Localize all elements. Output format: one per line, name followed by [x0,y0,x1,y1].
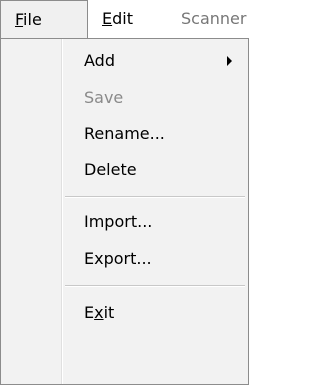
menu-item-delete[interactable]: Delete [2,152,248,188]
menu-item-exit-rest: it [103,303,115,322]
submenu-arrow-icon [227,56,232,66]
menu-bar: File Edit Scanner [0,0,263,39]
menu-item-exit[interactable]: Exit [2,295,248,331]
menu-item-rename-label: Rename... [84,124,165,143]
menu-file[interactable]: File [0,0,88,39]
menu-separator [65,285,245,286]
menu-item-exit-prefix: E [84,303,95,322]
menu-edit[interactable]: Edit [88,0,173,38]
menu-item-export-label: Export... [84,249,152,268]
menu-file-mnemonic: F [15,10,24,29]
menu-item-exit-mnemonic: x [94,303,104,322]
menu-scanner[interactable]: Scanner [173,0,263,38]
menu-item-save[interactable]: Save [2,80,248,116]
menu-item-save-label: Save [84,88,124,107]
menu-item-import[interactable]: Import... [2,204,248,240]
menu-item-import-label: Import... [84,212,153,231]
menu-item-rename[interactable]: Rename... [2,116,248,152]
application-window: File Edit Scanner Add Save Rename... Del… [0,0,263,385]
menu-file-rest: ile [23,10,42,29]
file-dropdown-menu: Add Save Rename... Delete Import... Expo… [0,38,249,385]
menu-separator [65,196,245,197]
menu-edit-rest: dit [112,9,133,28]
menu-item-delete-label: Delete [84,160,137,179]
menu-item-add[interactable]: Add [2,43,248,79]
menu-item-export[interactable]: Export... [2,241,248,277]
menu-item-add-label: Add [84,51,115,70]
menu-edit-mnemonic: E [102,9,113,28]
